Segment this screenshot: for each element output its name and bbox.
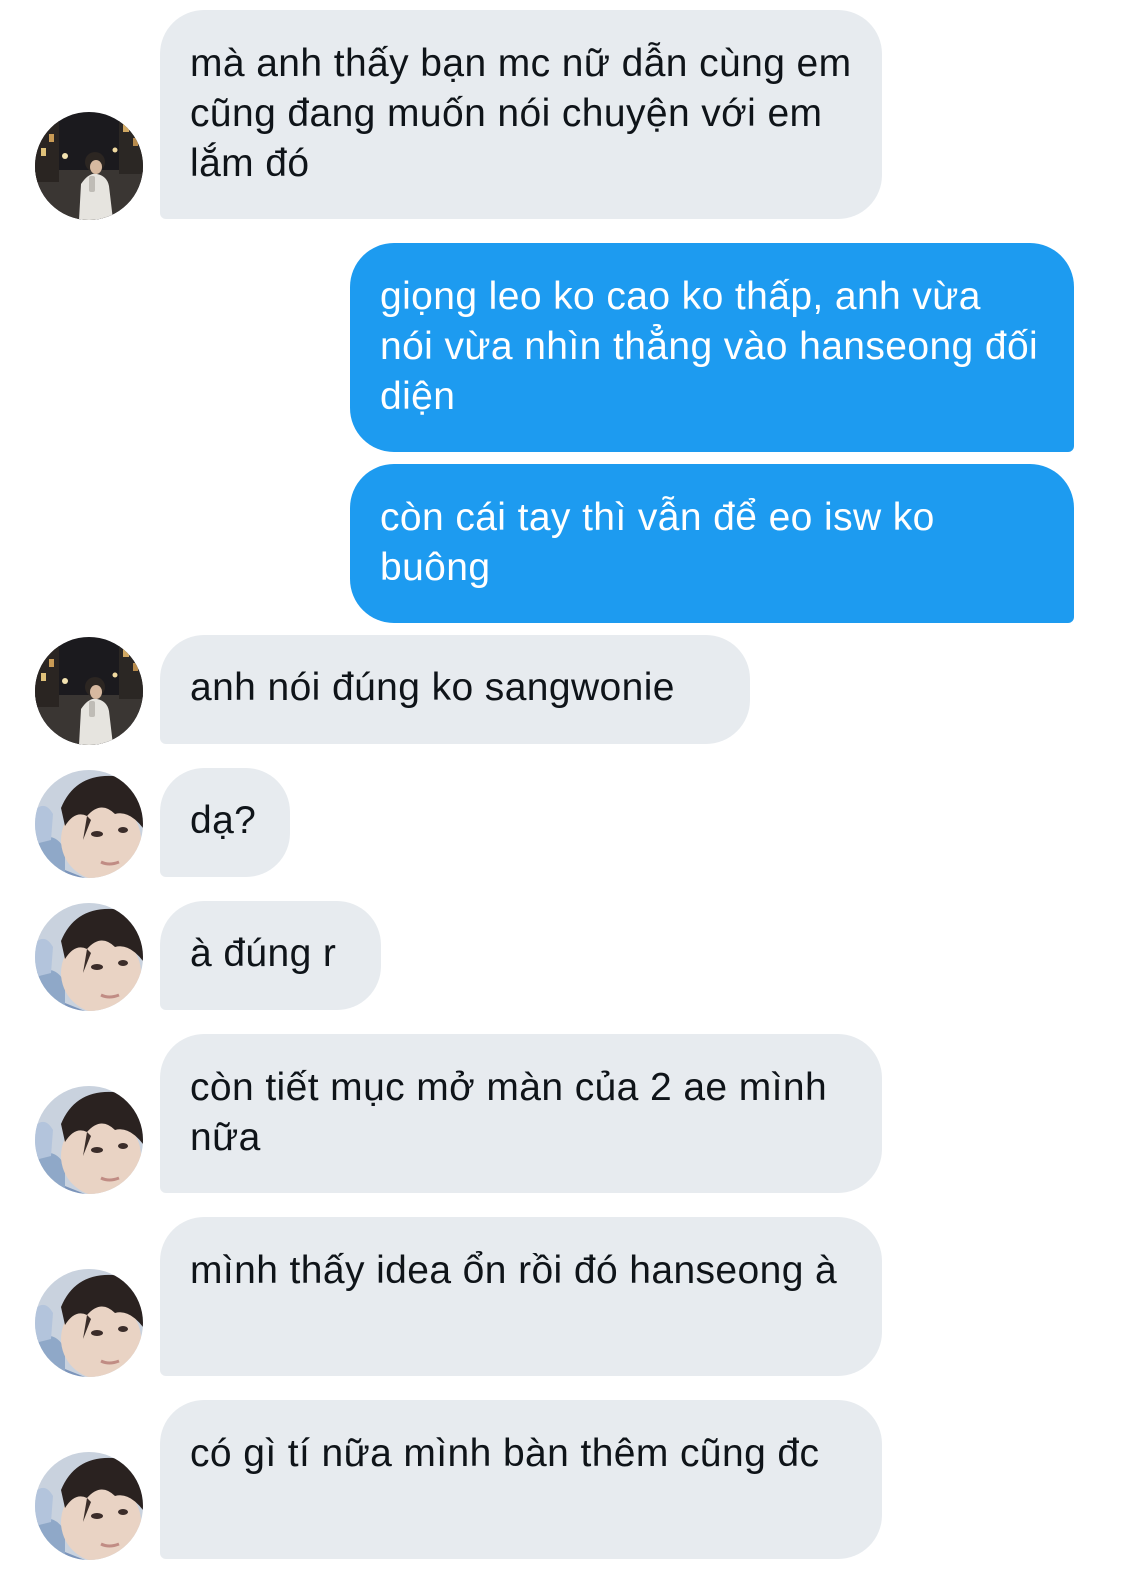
message-thread: mà anh thấy bạn mc nữ dẫn cùng em cũng đ… [0,0,1125,1595]
avatar-photo-night-street-icon [35,637,143,745]
message-bubble-received[interactable]: mình thấy idea ổn rồi đó hanseong à [160,1217,882,1376]
message-bubble-received[interactable]: dạ? [160,768,290,877]
message-bubble-received[interactable]: à đúng r [160,901,381,1010]
message-bubble-received[interactable]: anh nói đúng ko sangwonie [160,635,750,744]
avatar-icon[interactable] [35,770,143,878]
message-text: giọng leo ko cao ko thấp, anh vừa nói vừ… [380,275,1039,418]
avatar-photo-selfie-icon [35,903,143,1011]
message-bubble-sent[interactable]: giọng leo ko cao ko thấp, anh vừa nói vừ… [350,243,1074,452]
avatar-icon[interactable] [35,112,143,220]
avatar-photo-selfie-icon [35,1086,143,1194]
avatar-icon[interactable] [35,1452,143,1560]
message-text: mà anh thấy bạn mc nữ dẫn cùng em cũng đ… [190,42,852,185]
avatar-icon[interactable] [35,1269,143,1377]
message-bubble-received[interactable]: còn tiết mục mở màn của 2 ae mình nữa [160,1034,882,1193]
avatar-photo-night-street-icon [35,112,143,220]
message-text: còn cái tay thì vẫn để eo isw ko buông [380,496,935,589]
message-text: còn tiết mục mở màn của 2 ae mình nữa [190,1066,828,1159]
avatar-icon[interactable] [35,903,143,1011]
message-bubble-sent[interactable]: còn cái tay thì vẫn để eo isw ko buông [350,464,1074,623]
message-text: à đúng r [190,932,337,975]
avatar-icon[interactable] [35,637,143,745]
avatar-icon[interactable] [35,1086,143,1194]
message-text: dạ? [190,799,257,842]
avatar-photo-selfie-icon [35,1269,143,1377]
message-text: mình thấy idea ổn rồi đó hanseong à [190,1249,838,1292]
message-bubble-received[interactable]: có gì tí nữa mình bàn thêm cũng đc [160,1400,882,1559]
avatar-photo-selfie-icon [35,770,143,878]
avatar-photo-selfie-icon [35,1452,143,1560]
message-bubble-received[interactable]: mà anh thấy bạn mc nữ dẫn cùng em cũng đ… [160,10,882,219]
message-text: có gì tí nữa mình bàn thêm cũng đc [190,1432,820,1475]
message-text: anh nói đúng ko sangwonie [190,666,675,709]
